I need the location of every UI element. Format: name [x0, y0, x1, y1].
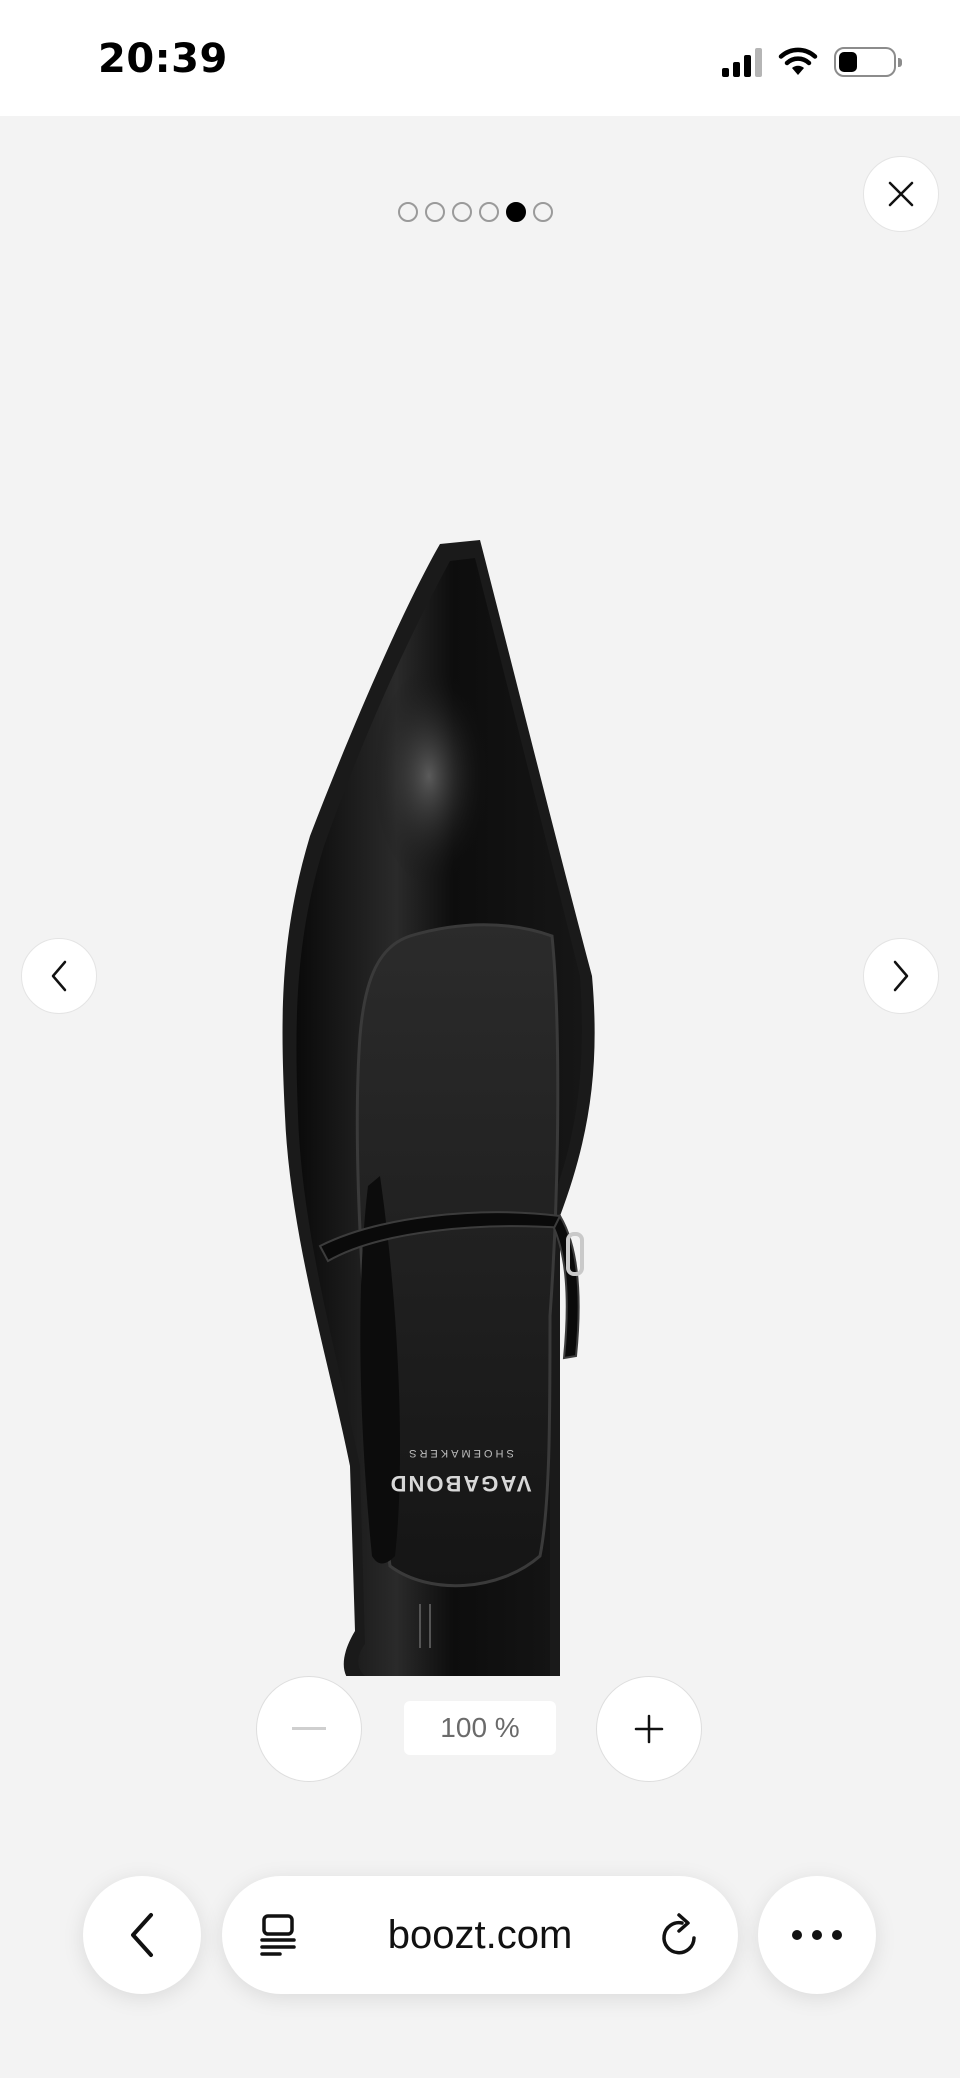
previous-image-button[interactable] [21, 938, 97, 1014]
plus-icon [634, 1714, 664, 1744]
chevron-left-icon [131, 1913, 153, 1957]
status-bar: 20:39 [0, 0, 960, 116]
close-button[interactable] [863, 156, 939, 232]
reload-icon[interactable] [658, 1912, 702, 1958]
carousel-dot[interactable] [398, 202, 418, 222]
carousel-dot[interactable] [452, 202, 472, 222]
close-icon [888, 181, 914, 207]
browser-toolbar: boozt.com [0, 1876, 960, 1996]
browser-back-button[interactable] [83, 1876, 201, 1994]
browser-more-button[interactable] [758, 1876, 876, 1994]
zoom-in-button[interactable] [596, 1676, 702, 1782]
cellular-signal-icon [722, 47, 762, 77]
chevron-left-icon [51, 960, 67, 992]
insole-brand-text: VAGABOND [389, 1471, 532, 1496]
carousel-dot[interactable] [533, 202, 553, 222]
minus-icon [292, 1727, 326, 1730]
image-viewer: VAGABOND SHOEMAKERS 100 % [0, 116, 960, 2078]
wifi-icon [778, 47, 818, 75]
address-bar[interactable]: boozt.com [222, 1876, 738, 1994]
next-image-button[interactable] [863, 938, 939, 1014]
carousel-indicator [398, 202, 553, 222]
zoom-out-button[interactable] [256, 1676, 362, 1782]
product-image[interactable]: VAGABOND SHOEMAKERS [260, 416, 700, 1676]
carousel-dot[interactable] [479, 202, 499, 222]
status-icons [722, 44, 902, 80]
more-icon [792, 1930, 842, 1940]
chevron-right-icon [893, 960, 909, 992]
zoom-level: 100 % [404, 1701, 556, 1755]
battery-level [839, 52, 858, 72]
carousel-dot[interactable] [425, 202, 445, 222]
insole-brand-subtext: SHOEMAKERS [406, 1447, 514, 1459]
status-time: 20:39 [98, 36, 228, 82]
carousel-dot-active[interactable] [506, 202, 526, 222]
battery-icon [834, 47, 902, 77]
